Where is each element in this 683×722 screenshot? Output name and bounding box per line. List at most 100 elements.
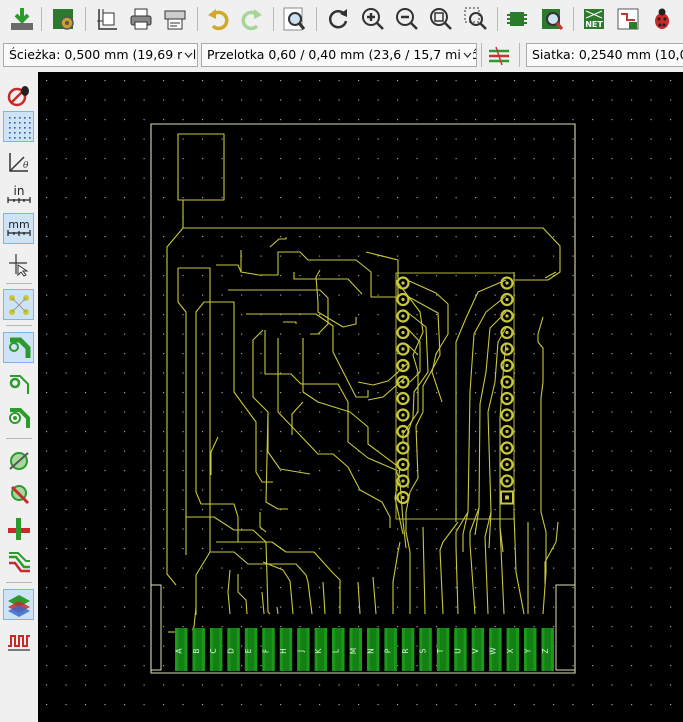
edge-pad-label: Y xyxy=(523,648,532,654)
ic-pad xyxy=(500,375,514,389)
page-settings-icon[interactable] xyxy=(91,3,123,35)
auto-track-width-icon[interactable] xyxy=(483,40,515,72)
edge-pad-label: Z xyxy=(541,648,550,653)
cursor-shape-icon[interactable] xyxy=(3,248,34,279)
drc-icon[interactable] xyxy=(646,3,678,35)
ic-pad xyxy=(396,358,410,373)
ic-pad xyxy=(396,441,410,455)
grid-dots xyxy=(46,80,672,706)
edge-pad-label: W xyxy=(488,647,497,655)
edge-pad: Y xyxy=(523,628,537,671)
edge-pad: V xyxy=(471,628,485,671)
ic-pad xyxy=(396,391,410,406)
microwave-icon[interactable] xyxy=(3,625,34,656)
ic-pad xyxy=(396,292,410,307)
update-pcb-icon[interactable] xyxy=(612,3,644,35)
find-icon[interactable] xyxy=(278,3,310,35)
edge-pad: A xyxy=(174,628,188,671)
via-outline-icon[interactable] xyxy=(3,368,34,399)
edge-pad: T xyxy=(436,628,450,671)
ic-pad xyxy=(396,276,410,290)
grid-select[interactable]: Siatka: 0,2540 mm (10,00 mils) xyxy=(526,43,683,67)
netlist-icon[interactable]: NET xyxy=(578,3,610,35)
polar-coords-icon[interactable]: θ xyxy=(3,146,34,177)
edge-pad-label: T xyxy=(436,648,445,654)
edge-pad: B xyxy=(192,628,205,671)
refresh-icon[interactable] xyxy=(322,3,354,35)
zoom-out-icon[interactable] xyxy=(391,3,423,35)
zoom-fit-icon[interactable] xyxy=(425,3,457,35)
edge-pad-label: D xyxy=(227,648,236,654)
track-width-select[interactable]: Ścieżka: 0,500 mm (19,69 mils) * xyxy=(3,43,198,67)
edge-pad: U xyxy=(454,628,467,671)
edge-pad-label: E xyxy=(244,648,253,653)
board-setup-icon[interactable] xyxy=(47,3,79,35)
svg-text:NET: NET xyxy=(585,20,603,29)
ic-pad xyxy=(500,408,514,422)
ic-pad xyxy=(500,441,514,455)
edge-pad-label: A xyxy=(174,648,183,654)
plot-icon[interactable] xyxy=(159,3,191,35)
edge-pad: D xyxy=(227,628,240,671)
edge-pad-label: U xyxy=(454,648,463,654)
print-icon[interactable] xyxy=(125,3,157,35)
edge-pad-label: P xyxy=(384,648,393,653)
ic-pad xyxy=(396,342,410,356)
zone-fill-icon[interactable] xyxy=(3,478,34,509)
edge-pad-label: F xyxy=(262,649,271,653)
ic-pad xyxy=(500,424,514,439)
layer-manager-icon[interactable] xyxy=(3,546,34,577)
edge-pad: F xyxy=(262,628,275,671)
zone-display-icon[interactable] xyxy=(3,444,34,475)
edge-pad-label: R xyxy=(401,648,410,653)
edge-pad: W xyxy=(488,628,502,671)
footprint-editor-icon[interactable] xyxy=(501,3,533,35)
edge-pad: R xyxy=(401,628,415,671)
zoom-selection-icon[interactable] xyxy=(460,3,492,35)
drc-off-icon[interactable] xyxy=(3,79,34,110)
auxiliary-toolbar: Ścieżka: 0,500 mm (19,69 mils) * Przelot… xyxy=(0,38,683,72)
ic-pad xyxy=(500,342,514,356)
edge-pad-label: J xyxy=(296,650,305,653)
svg-text:θ: θ xyxy=(23,161,29,171)
grid-toggle-icon[interactable] xyxy=(3,111,34,142)
edge-pad: J xyxy=(296,628,310,671)
zoom-in-icon[interactable] xyxy=(357,3,389,35)
grid-value: Siatka: 0,2540 mm (10,00 mils) xyxy=(532,47,683,62)
edge-pad-label: V xyxy=(471,648,480,654)
layers-icon[interactable] xyxy=(3,589,34,620)
track-display-icon[interactable] xyxy=(3,402,34,433)
pcb-canvas[interactable]: A B C D E F H J KLM N P R S T U V W X Y Z xyxy=(38,72,683,722)
high-contrast-icon[interactable] xyxy=(3,512,34,543)
track-outline-icon[interactable] xyxy=(3,332,34,363)
edge-connector-pads: A B C D E F H J KLM N P R S T U V W X Y Z xyxy=(174,628,554,671)
inch-units-icon[interactable]: in xyxy=(3,180,34,211)
mm-units-label: mm xyxy=(8,218,29,231)
edge-pad-label: B xyxy=(192,648,201,653)
ic-pad xyxy=(500,276,514,290)
ic-pad xyxy=(396,375,410,389)
redo-icon[interactable] xyxy=(236,3,268,35)
ratsnest-icon[interactable] xyxy=(3,289,34,320)
ic-pad xyxy=(396,490,410,505)
via-size-select[interactable]: Przelotka 0,60 / 0,40 mm (23,6 / 15,7 mi… xyxy=(201,43,477,67)
edge-pad: K xyxy=(314,628,328,671)
ic-pad xyxy=(500,391,514,406)
edge-pad: C xyxy=(209,628,223,671)
chevron-down-icon xyxy=(182,44,194,66)
edge-pad: M xyxy=(349,628,362,671)
mm-units-icon[interactable]: mm xyxy=(3,213,34,244)
edge-pad-label: X xyxy=(506,648,515,653)
ic-pad xyxy=(500,490,514,505)
save-board-icon[interactable] xyxy=(6,3,38,35)
edge-pad: L xyxy=(331,628,345,671)
pcb-drawing: A B C D E F H J KLM N P R S T U V W X Y Z xyxy=(46,80,672,706)
board-edge xyxy=(150,123,576,674)
ic-pad xyxy=(396,457,410,472)
undo-icon[interactable] xyxy=(202,3,234,35)
edge-pad: S xyxy=(419,628,432,671)
ic-pad xyxy=(500,457,514,472)
footprint-browser-icon[interactable] xyxy=(536,3,568,35)
edge-pad-label: C xyxy=(209,648,218,653)
ic-pad xyxy=(500,474,514,488)
